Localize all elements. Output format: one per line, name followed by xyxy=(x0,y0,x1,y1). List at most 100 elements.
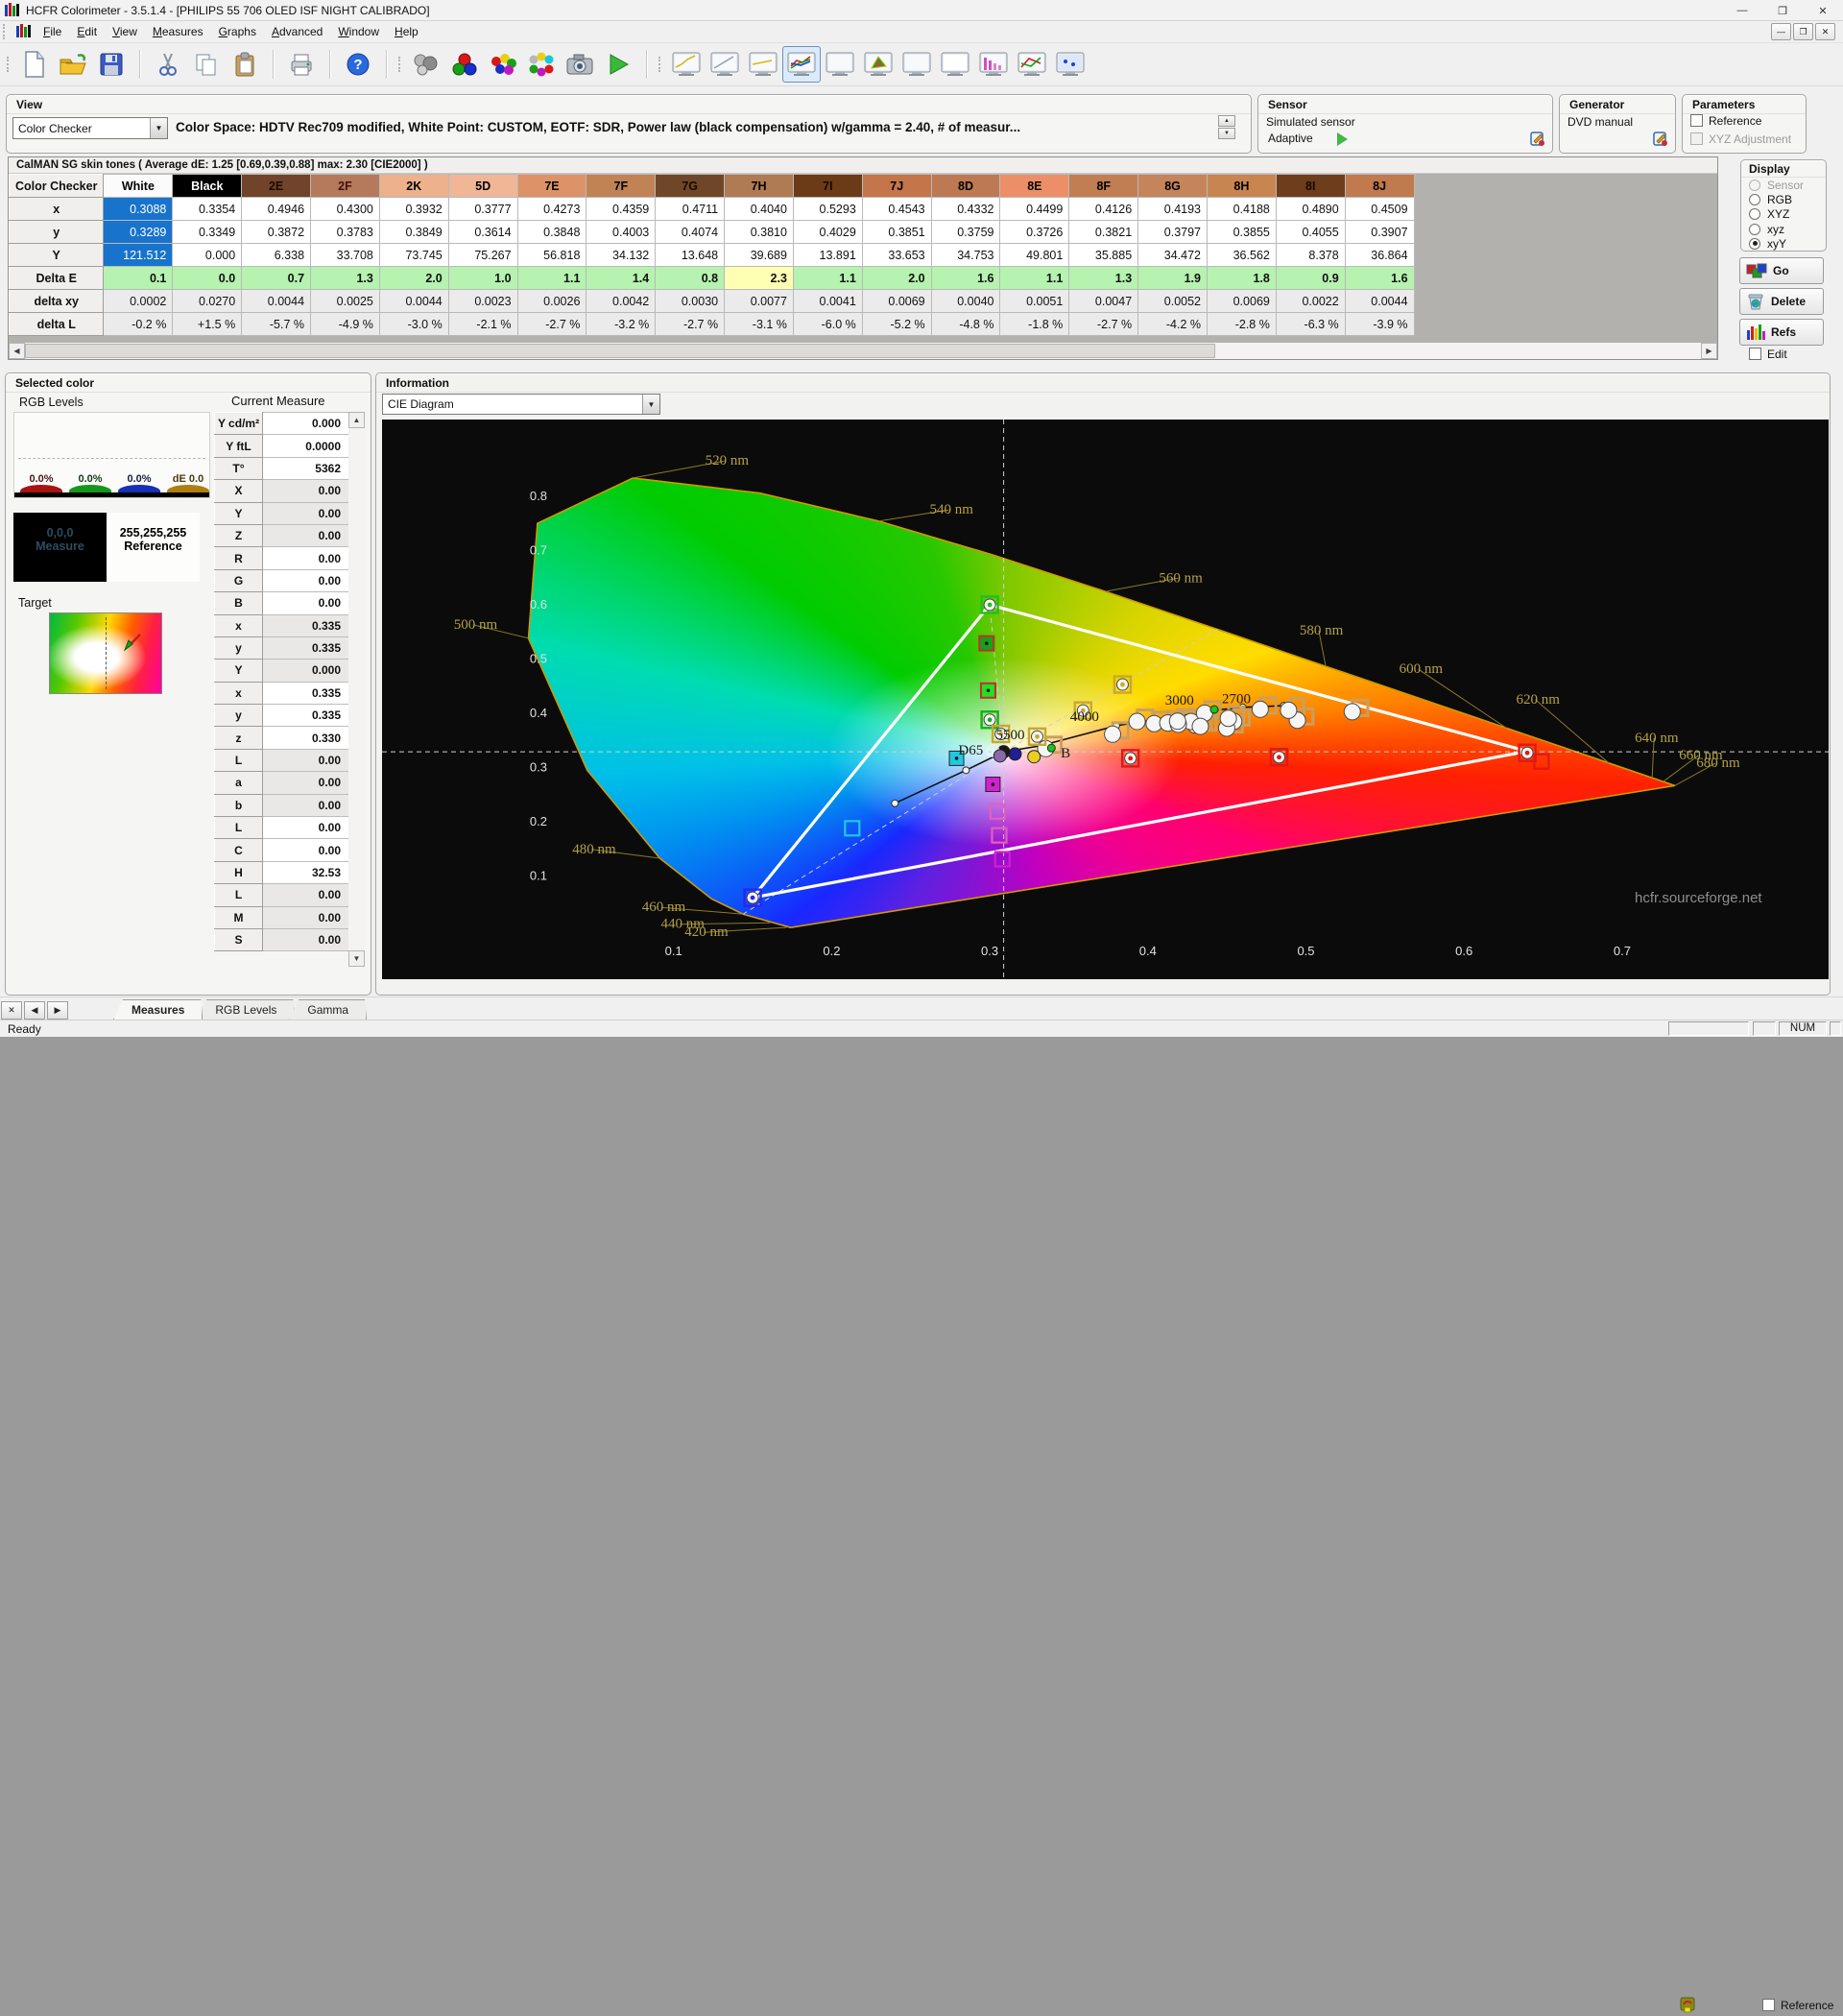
cell-7J-Y[interactable]: 33.653 xyxy=(862,244,931,267)
cell-7J-DeltaE[interactable]: 2.0 xyxy=(862,267,931,290)
cell-2F-y[interactable]: 0.3783 xyxy=(311,221,380,244)
menu-view[interactable]: View xyxy=(105,22,145,41)
cell-8F-deltaxy[interactable]: 0.0047 xyxy=(1069,290,1138,313)
column-header-5D[interactable]: 5D xyxy=(448,175,517,198)
hscroll-thumb[interactable] xyxy=(25,344,1215,358)
cell-Black-deltaxy[interactable]: 0.0270 xyxy=(173,290,242,313)
cell-8I-y[interactable]: 0.4055 xyxy=(1276,221,1345,244)
new-document-icon[interactable] xyxy=(15,46,54,83)
toolbar-grip[interactable] xyxy=(7,57,12,72)
cell-8F-DeltaE[interactable]: 1.3 xyxy=(1069,267,1138,290)
chart-luminance-icon[interactable] xyxy=(667,46,706,83)
chart-measures-icon[interactable] xyxy=(782,46,821,83)
cell-White-y[interactable]: 0.3289 xyxy=(104,221,173,244)
cell-2F-deltaL[interactable]: -4.9 % xyxy=(311,313,380,336)
cell-8E-DeltaE[interactable]: 1.1 xyxy=(1000,267,1069,290)
cm-value[interactable]: 0.00 xyxy=(263,928,349,950)
column-header-White[interactable]: White xyxy=(104,175,173,198)
cell-7G-x[interactable]: 0.4711 xyxy=(656,198,725,221)
cell-5D-deltaL[interactable]: -2.1 % xyxy=(448,313,517,336)
cell-7J-y[interactable]: 0.3851 xyxy=(862,221,931,244)
cell-8J-x[interactable]: 0.4509 xyxy=(1345,198,1414,221)
cell-8G-deltaxy[interactable]: 0.0052 xyxy=(1138,290,1208,313)
cell-8G-DeltaE[interactable]: 1.9 xyxy=(1138,267,1208,290)
cell-8E-deltaxy[interactable]: 0.0051 xyxy=(1000,290,1069,313)
cell-2F-DeltaE[interactable]: 1.3 xyxy=(311,267,380,290)
cell-7G-y[interactable]: 0.4074 xyxy=(656,221,725,244)
cell-8J-deltaL[interactable]: -3.9 % xyxy=(1345,313,1414,336)
cell-7I-deltaxy[interactable]: 0.0041 xyxy=(793,290,862,313)
tab-measures[interactable]: Measures xyxy=(113,999,203,1020)
cell-Black-deltaL[interactable]: +1.5 % xyxy=(173,313,242,336)
view-selector-dropdown[interactable]: Color Checker ▼ xyxy=(12,117,168,139)
column-header-7G[interactable]: 7G xyxy=(656,175,725,198)
cm-value[interactable]: 0.0000 xyxy=(263,435,349,457)
menubar-grip[interactable] xyxy=(3,24,8,39)
menu-graphs[interactable]: Graphs xyxy=(211,22,264,41)
cell-8F-y[interactable]: 0.3821 xyxy=(1069,221,1138,244)
cell-2K-y[interactable]: 0.3849 xyxy=(379,221,448,244)
cell-7H-DeltaE[interactable]: 2.3 xyxy=(725,267,794,290)
cell-7I-deltaL[interactable]: -6.0 % xyxy=(793,313,862,336)
column-header-2F[interactable]: 2F xyxy=(311,175,380,198)
cell-White-deltaxy[interactable]: 0.0002 xyxy=(104,290,173,313)
cell-8D-y[interactable]: 0.3759 xyxy=(931,221,1000,244)
cell-7H-x[interactable]: 0.4040 xyxy=(725,198,794,221)
cm-value[interactable]: 0.330 xyxy=(263,727,349,749)
cell-2F-Y[interactable]: 33.708 xyxy=(311,244,380,267)
menu-help[interactable]: Help xyxy=(387,22,426,41)
tab-gamma[interactable]: Gamma xyxy=(289,999,367,1020)
cell-7I-y[interactable]: 0.4029 xyxy=(793,221,862,244)
cell-8H-x[interactable]: 0.4188 xyxy=(1208,198,1277,221)
spinner-down-icon[interactable]: ▼ xyxy=(1218,128,1235,139)
cell-Black-x[interactable]: 0.3354 xyxy=(173,198,242,221)
toolbar-grip[interactable] xyxy=(398,57,403,72)
cm-value[interactable]: 0.00 xyxy=(263,524,349,546)
cut-icon[interactable] xyxy=(149,46,187,83)
cell-7F-x[interactable]: 0.4359 xyxy=(586,198,656,221)
cell-7H-deltaL[interactable]: -3.1 % xyxy=(725,313,794,336)
cm-value[interactable]: 0.00 xyxy=(263,817,349,839)
cell-8I-DeltaE[interactable]: 0.9 xyxy=(1276,267,1345,290)
cell-8I-deltaL[interactable]: -6.3 % xyxy=(1276,313,1345,336)
tabbar-close-icon[interactable]: ✕ xyxy=(1,1001,22,1020)
cell-2F-deltaxy[interactable]: 0.0025 xyxy=(311,290,380,313)
chart-rgcurves-icon[interactable] xyxy=(1013,46,1051,83)
cell-7J-deltaL[interactable]: -5.2 % xyxy=(862,313,931,336)
column-header-7H[interactable]: 7H xyxy=(725,175,794,198)
cell-5D-x[interactable]: 0.3777 xyxy=(448,198,517,221)
cell-5D-deltaxy[interactable]: 0.0023 xyxy=(448,290,517,313)
chart-display-icon[interactable] xyxy=(821,46,859,83)
display-radio-xyz[interactable]: xyz xyxy=(1741,222,1826,236)
cell-8D-deltaL[interactable]: -4.8 % xyxy=(931,313,1000,336)
cell-7F-deltaL[interactable]: -3.2 % xyxy=(586,313,656,336)
cell-2K-Y[interactable]: 73.745 xyxy=(379,244,448,267)
column-header-8G[interactable]: 8G xyxy=(1138,175,1208,198)
column-header-8H[interactable]: 8H xyxy=(1208,175,1277,198)
column-header-8F[interactable]: 8F xyxy=(1069,175,1138,198)
cell-8H-deltaxy[interactable]: 0.0069 xyxy=(1208,290,1277,313)
refs-button[interactable]: Refs xyxy=(1739,319,1824,346)
delete-button[interactable]: Delete xyxy=(1739,288,1824,315)
cell-8D-DeltaE[interactable]: 1.6 xyxy=(931,267,1000,290)
maximize-button[interactable]: ❐ xyxy=(1762,0,1803,21)
cell-2K-x[interactable]: 0.3932 xyxy=(379,198,448,221)
cm-value[interactable]: 0.335 xyxy=(263,636,349,659)
measure-table-hscrollbar[interactable]: ◀ ▶ xyxy=(9,343,1717,359)
column-header-8E[interactable]: 8E xyxy=(1000,175,1069,198)
cell-8F-x[interactable]: 0.4126 xyxy=(1069,198,1138,221)
generator-config-icon[interactable] xyxy=(1652,130,1669,150)
display-radio-rgb[interactable]: RGB xyxy=(1741,192,1826,206)
cell-2F-x[interactable]: 0.4300 xyxy=(311,198,380,221)
cm-value[interactable]: 0.335 xyxy=(263,614,349,636)
cell-8H-Y[interactable]: 36.562 xyxy=(1208,244,1277,267)
run-measures-icon[interactable] xyxy=(599,46,637,83)
cell-8I-deltaxy[interactable]: 0.0022 xyxy=(1276,290,1345,313)
cm-value[interactable]: 0.335 xyxy=(263,682,349,704)
reference-checkbox-box[interactable] xyxy=(1690,114,1703,127)
sensor-run-icon[interactable] xyxy=(1337,132,1348,146)
cell-2K-deltaL[interactable]: -3.0 % xyxy=(379,313,448,336)
paste-icon[interactable] xyxy=(226,46,264,83)
cell-7F-y[interactable]: 0.4003 xyxy=(586,221,656,244)
cell-7E-deltaxy[interactable]: 0.0026 xyxy=(517,290,586,313)
